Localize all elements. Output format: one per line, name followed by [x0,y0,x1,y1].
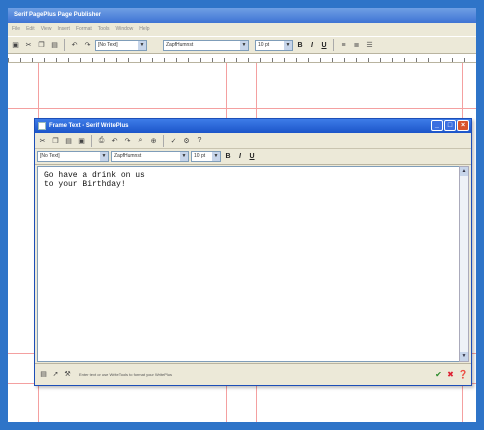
menu-help[interactable]: Help [139,23,149,36]
outer-window-title: Serif PagePlus Page Publisher [8,8,476,23]
document-line: Go have a drink on us [44,171,145,180]
align-center-icon[interactable]: ≣ [351,40,362,51]
paste-icon[interactable]: ▤ [63,135,74,146]
copy-icon[interactable]: ❐ [50,135,61,146]
text-editor-area[interactable]: Go have a drink on us to your Birthday! [37,166,460,362]
save-icon[interactable]: ▣ [76,135,87,146]
font-select[interactable]: ZapfHumnst ▼ [111,151,189,162]
dialog-title: Frame Text - Serif WritePlus [49,123,129,129]
italic-button[interactable]: I [235,151,245,162]
redo-icon[interactable]: ↷ [82,40,93,51]
toolbar-separator [163,134,164,147]
print-icon[interactable]: ⎙ [96,135,107,146]
style-select[interactable]: [No Text] ▼ [37,151,109,162]
chevron-down-icon[interactable]: ▼ [100,152,108,161]
bold-button[interactable]: B [295,40,305,51]
toolbar-separator [64,39,65,51]
chevron-down-icon[interactable]: ▼ [180,152,188,161]
outer-menubar: File Edit View Insert Format Tools Windo… [8,23,476,36]
size-select[interactable]: 10 pt ▼ [255,39,293,51]
redo-icon[interactable]: ↷ [122,135,133,146]
cut-icon[interactable]: ✂ [23,40,34,51]
menu-format[interactable]: Format [76,23,92,36]
dialog-statusbar: ▤ ➚ ⚒ Enter text or use WriteTools to fo… [35,363,471,385]
size-select[interactable]: 10 pt ▼ [191,151,221,162]
copy-icon[interactable]: ❐ [36,40,47,51]
dialog-toolbar: ✂ ❐ ▤ ▣ ⎙ ↶ ↷ ⌕ ⊕ ✓ ⚙ ? [35,133,471,149]
screenshot-frame: Serif PagePlus Page Publisher File Edit … [0,0,484,430]
menu-insert[interactable]: Insert [57,23,70,36]
underline-button[interactable]: U [319,40,329,51]
scroll-down-icon[interactable]: ▼ [460,352,468,361]
save-icon[interactable]: ▣ [10,40,21,51]
style-select-value: [No Text] [98,41,118,48]
menu-edit[interactable]: Edit [26,23,35,36]
status-text: Enter text or use WriteTools to format y… [79,372,172,377]
cut-icon[interactable]: ✂ [37,135,48,146]
chevron-down-icon[interactable]: ▼ [138,40,146,50]
size-select-value: 10 pt [194,153,206,159]
menu-file[interactable]: File [12,23,20,36]
chevron-down-icon[interactable]: ▼ [284,40,292,50]
vertical-scrollbar[interactable]: ▲ ▼ [459,166,469,362]
italic-button[interactable]: I [307,40,317,51]
app-icon [38,122,46,130]
arrow-icon[interactable]: ➚ [51,370,60,379]
toolbar-separator [333,39,334,51]
minimize-icon[interactable]: _ [431,120,443,131]
chevron-down-icon[interactable]: ▼ [212,152,220,161]
x-icon[interactable]: ✖ [446,370,455,379]
toolbar-separator [91,134,92,147]
tools-icon[interactable]: ⚒ [63,370,72,379]
chevron-down-icon[interactable]: ▼ [240,40,248,50]
spell-check-icon[interactable]: ✓ [168,135,179,146]
check-icon[interactable]: ✔ [434,370,443,379]
settings-icon[interactable]: ⚙ [181,135,192,146]
menu-tools[interactable]: Tools [98,23,110,36]
undo-icon[interactable]: ↶ [109,135,120,146]
find-icon[interactable]: ⌕ [135,135,146,146]
underline-button[interactable]: U [247,151,257,162]
font-select-value: ZapfHumnst [114,153,142,159]
margin-guide-top [8,108,476,109]
help-icon[interactable]: ❓ [458,370,468,379]
status-actions: ✔ ✖ ❓ [434,370,468,379]
maximize-icon[interactable]: □ [444,120,456,131]
scroll-up-icon[interactable]: ▲ [460,167,468,176]
dialog-titlebar[interactable]: Frame Text - Serif WritePlus _ □ × [35,119,471,133]
style-select[interactable]: [No Text] ▼ [95,39,147,51]
style-select-value: [No Text] [40,153,60,159]
page-icon[interactable]: ▤ [39,370,48,379]
bold-button[interactable]: B [223,151,233,162]
document-line: to your Birthday! [44,180,126,189]
align-left-icon[interactable]: ≡ [338,40,349,51]
close-icon[interactable]: × [457,120,469,131]
font-select[interactable]: ZapfHumnst ▼ [163,39,249,51]
menu-view[interactable]: View [41,23,52,36]
window-controls: _ □ × [431,120,469,131]
size-select-value: 10 pt [258,41,270,48]
paste-icon[interactable]: ▤ [49,40,60,51]
help-icon[interactable]: ? [194,135,205,146]
font-select-value: ZapfHumnst [166,41,194,48]
zoom-icon[interactable]: ⊕ [148,135,159,146]
dialog-formatbar: [No Text] ▼ ZapfHumnst ▼ 10 pt ▼ B I U [35,149,471,165]
bullets-icon[interactable]: ☰ [364,40,375,51]
frame-text-window: Frame Text - Serif WritePlus _ □ × ✂ ❐ ▤… [34,118,472,386]
undo-icon[interactable]: ↶ [69,40,80,51]
menu-window[interactable]: Window [115,23,133,36]
outer-toolbar: ▣ ✂ ❐ ▤ ↶ ↷ [No Text] ▼ ZapfHumnst ▼ 10 pt… [8,36,476,54]
horizontal-ruler [8,54,476,63]
